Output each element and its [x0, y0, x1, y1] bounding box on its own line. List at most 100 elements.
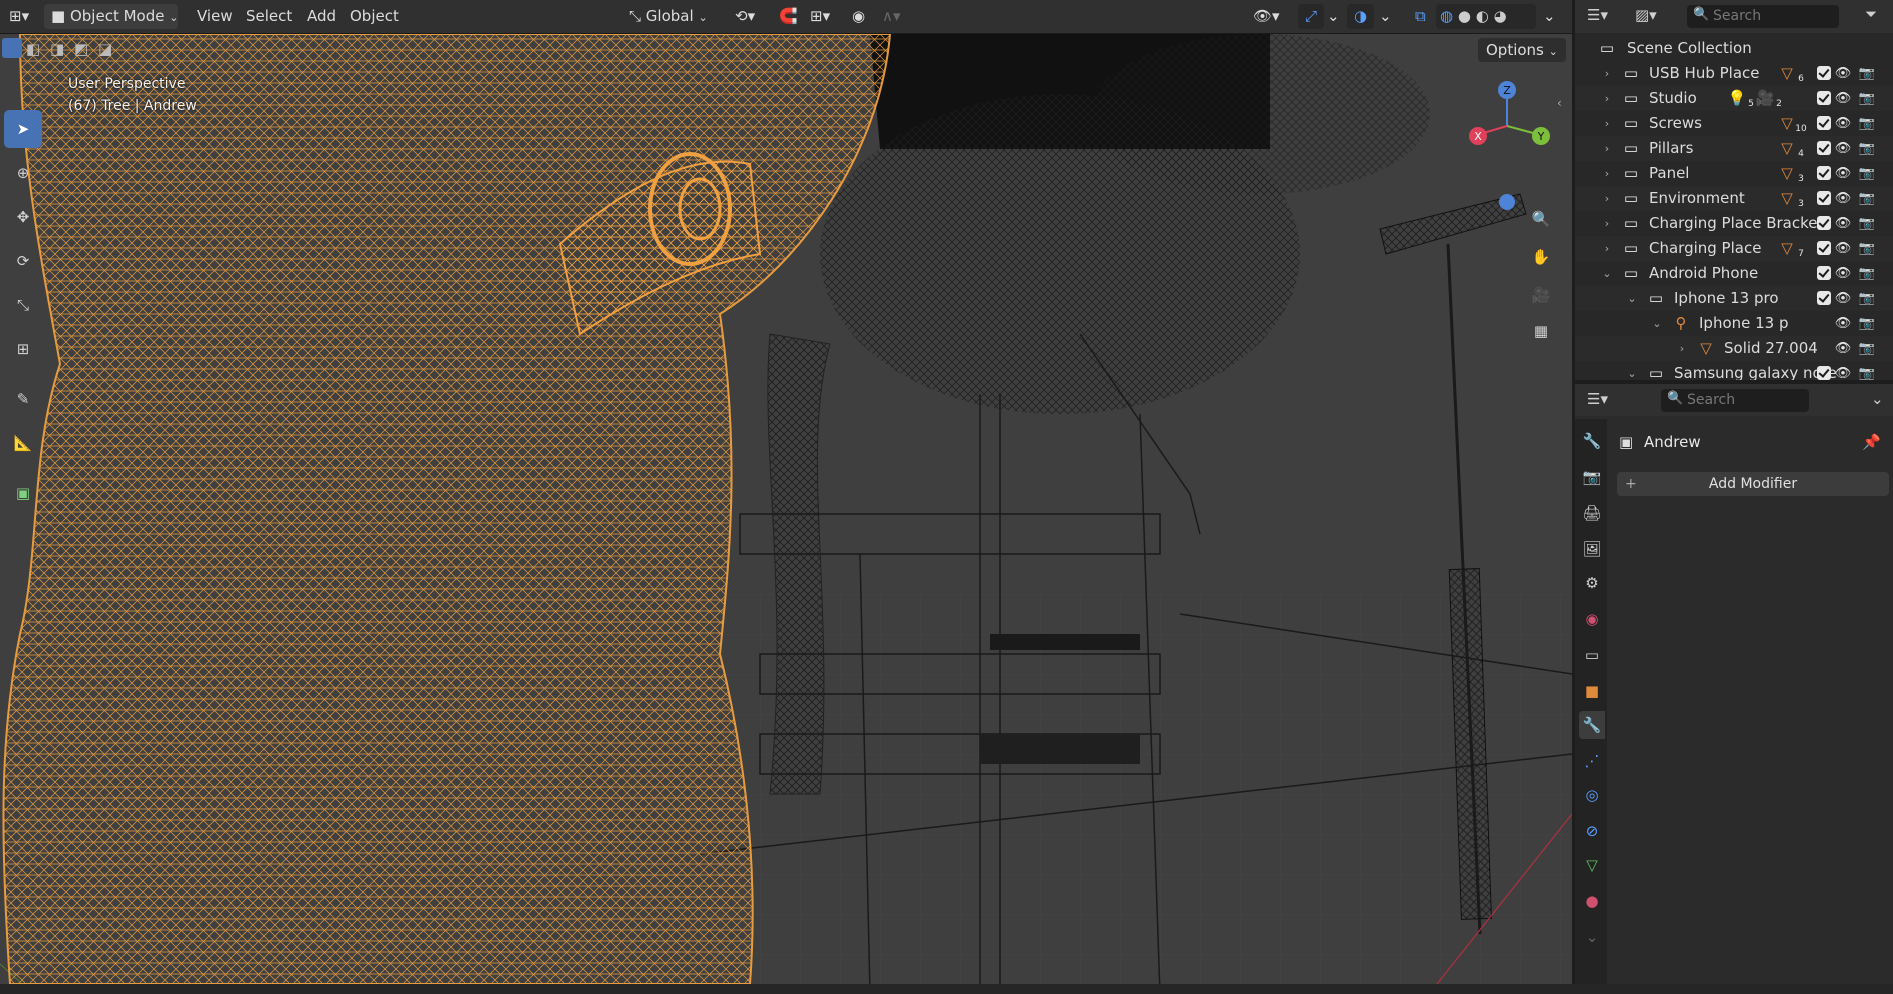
- eye-icon[interactable]: 👁: [1833, 136, 1853, 161]
- ortho-toggle-button[interactable]: ▦: [1524, 314, 1558, 348]
- eye-icon[interactable]: 👁: [1833, 336, 1853, 361]
- snap-dropdown[interactable]: ⊞▾: [803, 4, 837, 29]
- exclude-checkbox[interactable]: [1817, 116, 1831, 130]
- tab-output[interactable]: 🖨: [1579, 499, 1605, 527]
- outliner-search-field[interactable]: 🔍 Search: [1687, 5, 1839, 28]
- render-camera-icon[interactable]: 📷: [1857, 136, 1877, 161]
- eye-icon[interactable]: 👁: [1833, 61, 1853, 86]
- tabs-scroll-down[interactable]: ⌄: [1579, 923, 1605, 951]
- outliner-row[interactable]: › ▭ Studio 💡 5 🎥 2 👁 📷: [1575, 86, 1893, 111]
- exclude-checkbox[interactable]: [1817, 241, 1831, 255]
- annotate-tool[interactable]: ✎: [4, 380, 42, 418]
- falloff-dropdown[interactable]: ∧▾: [875, 4, 908, 29]
- exclude-checkbox[interactable]: [1817, 91, 1831, 105]
- render-camera-icon[interactable]: 📷: [1857, 61, 1877, 86]
- sidebar-toggle-icon[interactable]: ‹: [1557, 96, 1562, 110]
- render-camera-icon[interactable]: 📷: [1857, 86, 1877, 111]
- render-camera-icon[interactable]: 📷: [1857, 111, 1877, 136]
- outliner-row[interactable]: ⌄ ▭ Android Phone 👁 📷: [1575, 261, 1893, 286]
- rendered-shading-icon[interactable]: ◕: [1494, 7, 1507, 25]
- menu-view[interactable]: View: [190, 4, 240, 29]
- cursor-tool[interactable]: ⊕: [4, 154, 42, 192]
- tab-collection[interactable]: ▭: [1579, 641, 1605, 669]
- exclude-checkbox[interactable]: [1817, 216, 1831, 230]
- add-cube-tool[interactable]: ▣: [4, 474, 42, 512]
- visibility-dropdown[interactable]: 👁▾: [1246, 4, 1287, 29]
- select-intersect-icon[interactable]: ◪: [98, 40, 112, 58]
- tab-object[interactable]: ■: [1579, 677, 1605, 705]
- tab-scene[interactable]: ⚙: [1579, 569, 1605, 597]
- eye-icon[interactable]: 👁: [1833, 111, 1853, 136]
- filter-icon[interactable]: ⏷: [1865, 5, 1877, 23]
- select-invert-icon[interactable]: ◩: [74, 40, 88, 58]
- tab-render[interactable]: 📷: [1579, 463, 1605, 491]
- tab-constraints[interactable]: ⊘: [1579, 817, 1605, 845]
- overlay-toggle[interactable]: ◑: [1347, 4, 1375, 29]
- outliner-row[interactable]: › ▭ Panel ▽ 3 👁 📷: [1575, 161, 1893, 186]
- eye-icon[interactable]: 👁: [1833, 286, 1853, 311]
- render-camera-icon[interactable]: 📷: [1857, 336, 1877, 361]
- render-camera-icon[interactable]: 📷: [1857, 236, 1877, 261]
- outliner-row[interactable]: › ▭ Screws ▽ 10 👁 📷: [1575, 111, 1893, 136]
- shading-dropdown[interactable]: ⌄: [1536, 4, 1563, 29]
- properties-editor-icon[interactable]: ☰▾: [1587, 390, 1608, 408]
- tab-data[interactable]: ▽: [1579, 851, 1605, 879]
- render-camera-icon[interactable]: 📷: [1857, 161, 1877, 186]
- tab-material[interactable]: ●: [1579, 887, 1605, 915]
- tab-tool[interactable]: 🔧: [1579, 427, 1605, 455]
- eye-icon[interactable]: 👁: [1833, 161, 1853, 186]
- menu-select[interactable]: Select: [239, 4, 299, 29]
- gizmo-dropdown[interactable]: ⌄: [1320, 4, 1347, 29]
- zoom-button[interactable]: 🔍: [1524, 202, 1558, 236]
- render-camera-icon[interactable]: 📷: [1857, 261, 1877, 286]
- exclude-checkbox[interactable]: [1817, 266, 1831, 280]
- display-mode-icon[interactable]: ▨▾: [1635, 6, 1657, 24]
- pan-button[interactable]: ✋: [1524, 240, 1558, 274]
- expand-right-icon[interactable]: ›: [1597, 86, 1617, 111]
- tab-physics[interactable]: ◎: [1579, 781, 1605, 809]
- eye-icon[interactable]: 👁: [1833, 86, 1853, 111]
- orientation-dropdown[interactable]: ⤡ Global ⌄: [622, 4, 728, 29]
- exclude-checkbox[interactable]: [1817, 141, 1831, 155]
- select-subtract-icon[interactable]: ◨: [50, 40, 64, 58]
- xray-toggle[interactable]: ⧉: [1408, 4, 1433, 29]
- expand-right-icon[interactable]: ›: [1597, 211, 1617, 236]
- material-shading-icon[interactable]: ◐: [1476, 7, 1489, 25]
- 3d-viewport[interactable]: User Perspective (67) Tree | Andrew ◧ ◨ …: [0, 34, 1572, 984]
- eye-icon[interactable]: 👁: [1833, 311, 1853, 336]
- snap-toggle[interactable]: 🧲: [772, 4, 805, 29]
- pin-icon[interactable]: 📌: [1862, 429, 1881, 455]
- expand-right-icon[interactable]: ›: [1597, 61, 1617, 86]
- outliner-row[interactable]: ⌄ ▭ Iphone 13 pro 👁 📷: [1575, 286, 1893, 311]
- expand-right-icon[interactable]: ›: [1597, 136, 1617, 161]
- outliner-editor-icon[interactable]: ☰▾: [1587, 6, 1608, 24]
- outliner-row[interactable]: › ▽ Solid 27.004 👁 📷: [1575, 336, 1893, 361]
- rotate-tool[interactable]: ⟳: [4, 242, 42, 280]
- menu-object[interactable]: Object: [343, 4, 406, 29]
- render-camera-icon[interactable]: 📷: [1857, 286, 1877, 311]
- expand-right-icon[interactable]: ›: [1597, 111, 1617, 136]
- expand-right-icon[interactable]: ›: [1597, 236, 1617, 261]
- tab-view-layer[interactable]: 🖼: [1579, 535, 1605, 563]
- expand-right-icon[interactable]: ›: [1597, 161, 1617, 186]
- options-dropdown[interactable]: Options ⌄: [1478, 38, 1566, 62]
- eye-icon[interactable]: 👁: [1833, 211, 1853, 236]
- measure-tool[interactable]: 📐: [4, 424, 42, 462]
- expand-down-icon[interactable]: ⌄: [1647, 311, 1667, 336]
- camera-view-button[interactable]: 🎥: [1524, 278, 1558, 312]
- wireframe-shading-icon[interactable]: ◍: [1440, 7, 1453, 25]
- overlay-dropdown[interactable]: ⌄: [1372, 4, 1399, 29]
- outliner-row[interactable]: ⌄ ▭ Samsung galaxy note 👁 📷: [1575, 361, 1893, 380]
- navigation-gizmo[interactable]: Z Y X: [1462, 76, 1552, 166]
- solid-shading-icon[interactable]: ●: [1458, 7, 1471, 25]
- scale-tool[interactable]: ⤡: [4, 286, 42, 324]
- eye-icon[interactable]: 👁: [1833, 186, 1853, 211]
- outliner-row[interactable]: › ▭ Charging Place ▽ 7 👁 📷: [1575, 236, 1893, 261]
- eye-icon[interactable]: 👁: [1833, 361, 1853, 380]
- render-camera-icon[interactable]: 📷: [1857, 311, 1877, 336]
- expand-right-icon[interactable]: ›: [1672, 336, 1692, 361]
- outliner-row-scene-collection[interactable]: ▭ Scene Collection: [1575, 36, 1893, 61]
- properties-search-field[interactable]: 🔍 Search: [1661, 389, 1809, 412]
- render-camera-icon[interactable]: 📷: [1857, 211, 1877, 236]
- exclude-checkbox[interactable]: [1817, 191, 1831, 205]
